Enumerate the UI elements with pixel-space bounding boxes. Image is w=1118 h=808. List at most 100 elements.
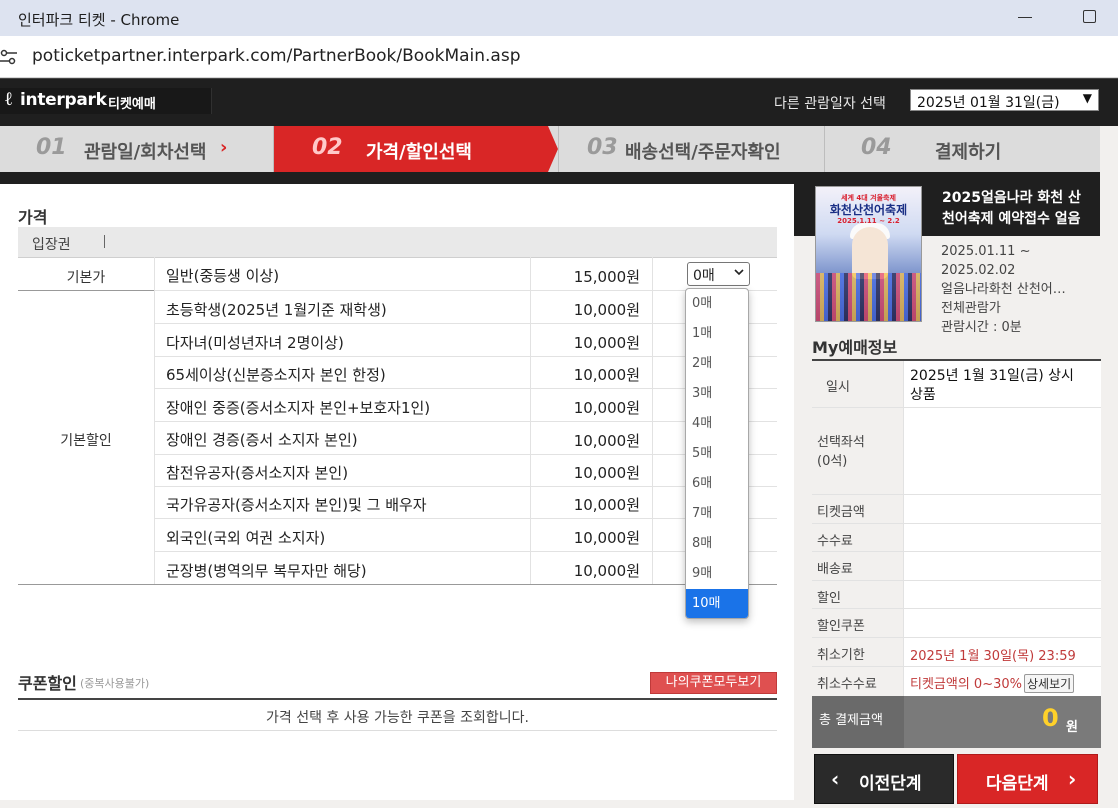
interpark-logo[interactable]: ℓ interpark 티켓예매 xyxy=(0,88,212,114)
price-row-name: 국가유공자(증서소지자 본인)및 그 배우자 xyxy=(166,496,427,514)
price-row-price: 10,000원 xyxy=(573,562,640,580)
step-3[interactable]: 03 배송선택/주문자확인 xyxy=(558,126,825,172)
coupon-title: 쿠폰할인 xyxy=(18,674,77,693)
price-row: 다자녀(미성년자녀 2명이상) 10,000원 xyxy=(154,324,777,357)
step-3-label: 배송선택/주문자확인 xyxy=(625,142,781,163)
quantity-option[interactable]: 4매 xyxy=(686,409,748,439)
booking-seats-key: 선택좌석 (0석) xyxy=(812,408,904,494)
price-row-price: 10,000원 xyxy=(573,366,640,384)
quantity-select-value: 0매 xyxy=(693,268,715,284)
site-settings-icon[interactable] xyxy=(0,48,18,66)
my-booking-title: My예매정보 xyxy=(812,338,898,357)
step-1-number: 01 xyxy=(36,135,67,160)
show-period-start: 2025.01.11 ~ xyxy=(941,244,1031,259)
quantity-option[interactable]: 3매 xyxy=(686,379,748,409)
category-discount: 기본할인 xyxy=(60,433,112,449)
category-basic: 기본가 xyxy=(66,270,106,286)
quantity-option[interactable]: 1매 xyxy=(686,319,748,349)
prev-step-button[interactable]: ‹ 이전단계 xyxy=(814,754,954,804)
show-title: 2025얼음나라 화천 산천어축제 예약접수 얼음 xyxy=(942,190,1081,227)
price-row: 참전유공자(증서소지자 본인) 10,000원 xyxy=(154,455,777,487)
booking-seats-key-1: 선택좌석 xyxy=(817,435,865,450)
show-rating: 전체관람가 xyxy=(941,301,1001,316)
price-row-price: 10,000원 xyxy=(573,432,640,450)
step-4-number: 04 xyxy=(861,135,892,160)
quantity-option[interactable]: 5매 xyxy=(686,439,748,469)
price-row-price: 10,000원 xyxy=(573,399,640,417)
cancel-fee-value-wrap: 티켓금액의 0~30% 상세보기 xyxy=(910,673,1075,693)
price-row-name: 장애인 경증(증서 소지자 본인) xyxy=(166,431,358,449)
poster-title: 화천산천어축제 xyxy=(829,203,908,217)
price-section-title: 가격 xyxy=(18,208,48,227)
total-payment-unit: 원 xyxy=(1066,720,1078,735)
step-active-arrow xyxy=(548,126,558,172)
price-row-name: 외국인(국외 여권 소지자) xyxy=(166,529,326,547)
delivery-key: 배송료 xyxy=(812,552,904,580)
poster-dates: 2025.1.11 ~ 2.2 xyxy=(837,217,900,225)
booking-row-cancel-fee: 취소수수료 티켓금액의 0~30% 상세보기 xyxy=(812,667,1101,696)
maximize-icon[interactable] xyxy=(1083,10,1096,23)
quantity-option[interactable]: 6매 xyxy=(686,469,748,499)
quantity-option-highlighted[interactable]: 10매 xyxy=(686,589,748,618)
booking-date-key: 일시 xyxy=(812,361,904,407)
next-step-label: 다음단계 xyxy=(986,774,1049,794)
date-select[interactable]: 2025년 01월 31일(금) ▼ xyxy=(910,89,1099,111)
quantity-option[interactable]: 0매 xyxy=(686,289,748,319)
view-my-coupons-button[interactable]: 나의쿠폰모두보기 xyxy=(650,672,777,694)
price-row-name: 장애인 중증(증서소지자 본인+보호자1인) xyxy=(166,399,431,417)
booking-row-discount: 할인 xyxy=(812,581,1101,609)
quantity-option[interactable]: 8매 xyxy=(686,529,748,559)
coupon-key: 할인쿠폰 xyxy=(812,609,904,637)
minimize-icon[interactable] xyxy=(1018,17,1032,18)
price-row: 군장병(병역의무 복무자만 해당) 10,000원 xyxy=(154,552,777,585)
quantity-option[interactable]: 9매 xyxy=(686,559,748,589)
total-payment-key: 총 결제금액 xyxy=(812,696,904,748)
total-payment: 총 결제금액 0 원 xyxy=(812,696,1101,748)
step-2-label: 가격/할인선택 xyxy=(366,142,472,163)
coupon-bottom-border xyxy=(18,730,777,731)
ticket-type-divider xyxy=(104,235,105,248)
step-2-number: 02 xyxy=(312,135,343,160)
booking-row-fee: 수수료 xyxy=(812,524,1101,552)
quantity-select[interactable]: 0매 xyxy=(687,262,750,286)
price-panel: 가격 입장권 기본가 기본할인 일반(중등생 이상) 15,000원 초등학생(… xyxy=(0,184,794,800)
booking-row-coupon: 할인쿠폰 xyxy=(812,609,1101,638)
date-select-value: 2025년 01월 31일(금) xyxy=(917,95,1060,111)
show-info: 2025.01.11 ~ 2025.02.02 얼음나라화천 산천어… 전체관람… xyxy=(941,242,1066,337)
price-row: 일반(중등생 이상) 15,000원 xyxy=(154,257,777,291)
step-2[interactable]: 02 가격/할인선택 xyxy=(274,126,548,172)
my-booking-table: 일시 2025년 1월 31일(금) 상시 상품 선택좌석 (0석) 티켓금액 … xyxy=(812,359,1101,748)
window-title: 인터파크 티켓 - Chrome xyxy=(18,11,180,29)
steps-divider xyxy=(0,172,1100,184)
chevron-left-icon: ‹ xyxy=(831,767,840,791)
price-row-name: 초등학생(2025년 1월기준 재학생) xyxy=(166,301,387,319)
price-row: 장애인 경증(증서 소지자 본인) 10,000원 xyxy=(154,422,777,455)
step-4[interactable]: 04 결제하기 xyxy=(825,126,1100,172)
cancel-deadline-value: 2025년 1월 30일(목) 23:59 xyxy=(910,649,1076,664)
price-row-price: 10,000원 xyxy=(573,464,640,482)
price-row-price: 10,000원 xyxy=(573,334,640,352)
price-row: 국가유공자(증서소지자 본인)및 그 배우자 10,000원 xyxy=(154,487,777,519)
price-row-price: 10,000원 xyxy=(573,496,640,514)
cancel-fee-value: 티켓금액의 0~30% xyxy=(910,677,1022,692)
url-text[interactable]: poticketpartner.interpark.com/PartnerBoo… xyxy=(32,46,521,66)
logo-brand: interpark xyxy=(20,90,107,110)
quantity-option[interactable]: 7매 xyxy=(686,499,748,529)
logo-sub: 티켓예매 xyxy=(108,97,156,112)
quantity-option[interactable]: 2매 xyxy=(686,349,748,379)
price-row: 65세이상(신분증소지자 본인 한정) 10,000원 xyxy=(154,357,777,389)
cancel-fee-detail-button[interactable]: 상세보기 xyxy=(1024,674,1075,693)
price-row-price: 15,000원 xyxy=(573,268,640,286)
step-1[interactable]: 01 관람일/회차선택 › xyxy=(0,126,274,172)
cancel-fee-key: 취소수수료 xyxy=(812,667,904,696)
next-step-button[interactable]: 다음단계 › xyxy=(957,754,1098,804)
total-payment-amount: 0 xyxy=(1042,704,1059,732)
booking-summary-panel: 세계 4대 겨울축제 화천산천어축제 2025.1.11 ~ 2.2 2025얼… xyxy=(794,184,1101,808)
address-bar[interactable]: poticketpartner.interpark.com/PartnerBoo… xyxy=(0,36,1118,78)
quantity-dropdown-list[interactable]: 0매 1매 2매 3매 4매 5매 6매 7매 8매 9매 10매 xyxy=(685,288,749,619)
ticket-type-label: 입장권 xyxy=(32,237,71,253)
chevron-down-icon: ▼ xyxy=(1082,91,1092,105)
booking-date-value: 2025년 1월 31일(금) 상시 xyxy=(910,368,1074,384)
show-runtime: 관람시간 : 0분 xyxy=(941,320,1022,335)
price-row: 외국인(국외 여권 소지자) 10,000원 xyxy=(154,519,777,552)
